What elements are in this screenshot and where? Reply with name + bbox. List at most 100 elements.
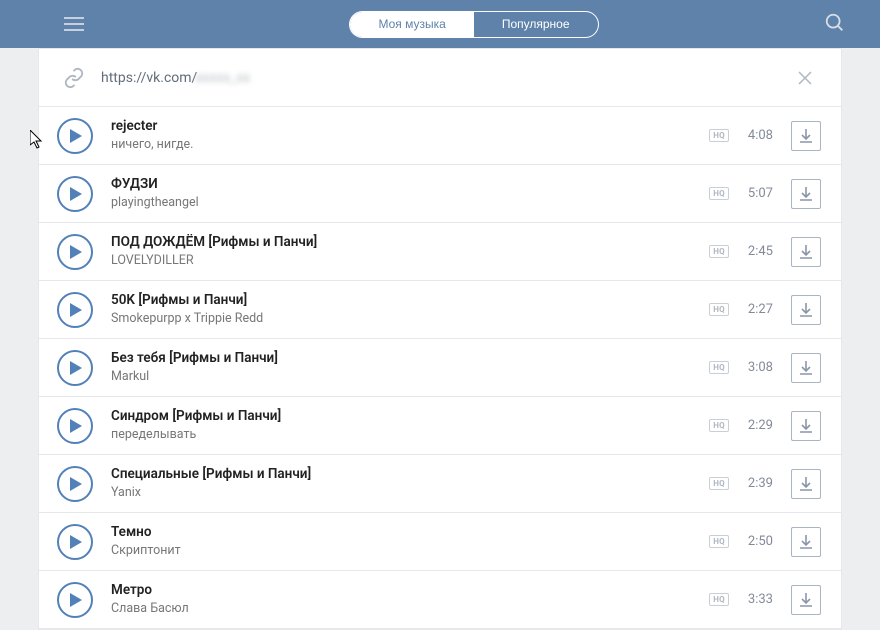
play-icon (70, 477, 82, 491)
track-row: Без тебя [Рифмы и Панчи] Markul HQ 3:08 (39, 339, 841, 397)
track-row: 50K [Рифмы и Панчи] Smokepurpp x Trippie… (39, 281, 841, 339)
play-icon (70, 303, 82, 317)
hq-badge: HQ (709, 477, 729, 490)
track-artist: Markul (111, 369, 709, 385)
download-icon (798, 360, 814, 376)
link-icon (63, 67, 85, 89)
url-visible-prefix: https://vk.com/ (101, 70, 197, 86)
download-button[interactable] (791, 237, 821, 267)
download-icon (798, 534, 814, 550)
header-tabs: Моя музыка Популярное (349, 11, 598, 38)
download-icon (798, 302, 814, 318)
track-row: ФУДЗИ playingtheangel HQ 5:07 (39, 165, 841, 223)
menu-button[interactable] (64, 12, 88, 36)
track-row: rejecter ничего, нигде. HQ 4:08 (39, 107, 841, 165)
track-duration: 2:39 (739, 476, 773, 491)
download-icon (798, 476, 814, 492)
hq-badge: HQ (709, 129, 729, 142)
download-button[interactable] (791, 121, 821, 151)
download-icon (798, 186, 814, 202)
track-info: 50K [Рифмы и Панчи] Smokepurpp x Trippie… (111, 292, 709, 327)
track-title: ФУДЗИ (111, 176, 709, 194)
track-row: ПОД ДОЖДЁМ [Рифмы и Панчи] LOVELYDILLER … (39, 223, 841, 281)
track-title: Без тебя [Рифмы и Панчи] (111, 350, 709, 368)
clear-button[interactable] (797, 70, 813, 86)
track-duration: 3:33 (739, 592, 773, 607)
hq-badge: HQ (709, 361, 729, 374)
track-info: ФУДЗИ playingtheangel (111, 176, 709, 211)
play-icon (70, 361, 82, 375)
tab-popular[interactable]: Популярное (474, 12, 598, 37)
play-button[interactable] (57, 234, 93, 270)
track-info: ПОД ДОЖДЁМ [Рифмы и Панчи] LOVELYDILLER (111, 234, 709, 269)
hq-badge: HQ (709, 303, 729, 316)
hq-badge: HQ (709, 245, 729, 258)
track-row: Синдром [Рифмы и Панчи] переделывать HQ … (39, 397, 841, 455)
track-info: Метро Слава Басюл (111, 582, 709, 617)
play-icon (70, 129, 82, 143)
content-container: https://vk.com/ xxxxx_xx rejecter ничего… (38, 48, 842, 630)
play-icon (70, 419, 82, 433)
track-info: Синдром [Рифмы и Панчи] переделывать (111, 408, 709, 443)
track-row: Специальные [Рифмы и Панчи] Yanix HQ 2:3… (39, 455, 841, 513)
track-artist: Yanix (111, 485, 709, 501)
track-title: 50K [Рифмы и Панчи] (111, 292, 709, 310)
track-artist: ничего, нигде. (111, 137, 709, 153)
track-artist: playingtheangel (111, 195, 709, 211)
search-button[interactable] (824, 12, 848, 36)
track-duration: 2:27 (739, 302, 773, 317)
url-obscured-suffix: xxxxx_xx (195, 70, 250, 86)
hq-badge: HQ (709, 535, 729, 548)
download-button[interactable] (791, 585, 821, 615)
track-row: Темно Скриптонит HQ 2:50 (39, 513, 841, 571)
tab-my-music[interactable]: Моя музыка (350, 12, 473, 37)
play-button[interactable] (57, 408, 93, 444)
download-button[interactable] (791, 353, 821, 383)
play-icon (70, 535, 82, 549)
play-button[interactable] (57, 176, 93, 212)
track-info: Специальные [Рифмы и Панчи] Yanix (111, 466, 709, 501)
download-icon (798, 128, 814, 144)
download-button[interactable] (791, 527, 821, 557)
track-duration: 2:45 (739, 244, 773, 259)
play-button[interactable] (57, 350, 93, 386)
app-header: Моя музыка Популярное (0, 0, 880, 48)
track-info: Без тебя [Рифмы и Панчи] Markul (111, 350, 709, 385)
play-button[interactable] (57, 118, 93, 154)
download-button[interactable] (791, 469, 821, 499)
track-artist: Слава Басюл (111, 601, 709, 617)
track-duration: 3:08 (739, 360, 773, 375)
track-info: Темно Скриптонит (111, 524, 709, 559)
play-icon (70, 245, 82, 259)
track-artist: переделывать (111, 427, 709, 443)
track-duration: 2:50 (739, 534, 773, 549)
track-duration: 5:07 (739, 186, 773, 201)
download-button[interactable] (791, 179, 821, 209)
download-icon (798, 418, 814, 434)
track-row: Метро Слава Басюл HQ 3:33 (39, 571, 841, 629)
download-button[interactable] (791, 295, 821, 325)
play-icon (70, 187, 82, 201)
track-title: Метро (111, 582, 709, 600)
download-icon (798, 592, 814, 608)
play-button[interactable] (57, 292, 93, 328)
track-title: rejecter (111, 118, 709, 136)
track-artist: Smokepurpp x Trippie Redd (111, 311, 709, 327)
track-title: Специальные [Рифмы и Панчи] (111, 466, 709, 484)
track-title: ПОД ДОЖДЁМ [Рифмы и Панчи] (111, 234, 709, 252)
hq-badge: HQ (709, 187, 729, 200)
play-button[interactable] (57, 582, 93, 618)
track-list: rejecter ничего, нигде. HQ 4:08 ФУДЗИ pl… (39, 107, 841, 629)
track-artist: LOVELYDILLER (111, 253, 709, 269)
play-icon (70, 593, 82, 607)
hq-badge: HQ (709, 593, 729, 606)
download-icon (798, 244, 814, 260)
search-icon (824, 12, 846, 34)
url-input[interactable] (250, 70, 797, 86)
play-button[interactable] (57, 524, 93, 560)
track-duration: 4:08 (739, 128, 773, 143)
play-button[interactable] (57, 466, 93, 502)
download-button[interactable] (791, 411, 821, 441)
track-artist: Скриптонит (111, 543, 709, 559)
track-info: rejecter ничего, нигде. (111, 118, 709, 153)
